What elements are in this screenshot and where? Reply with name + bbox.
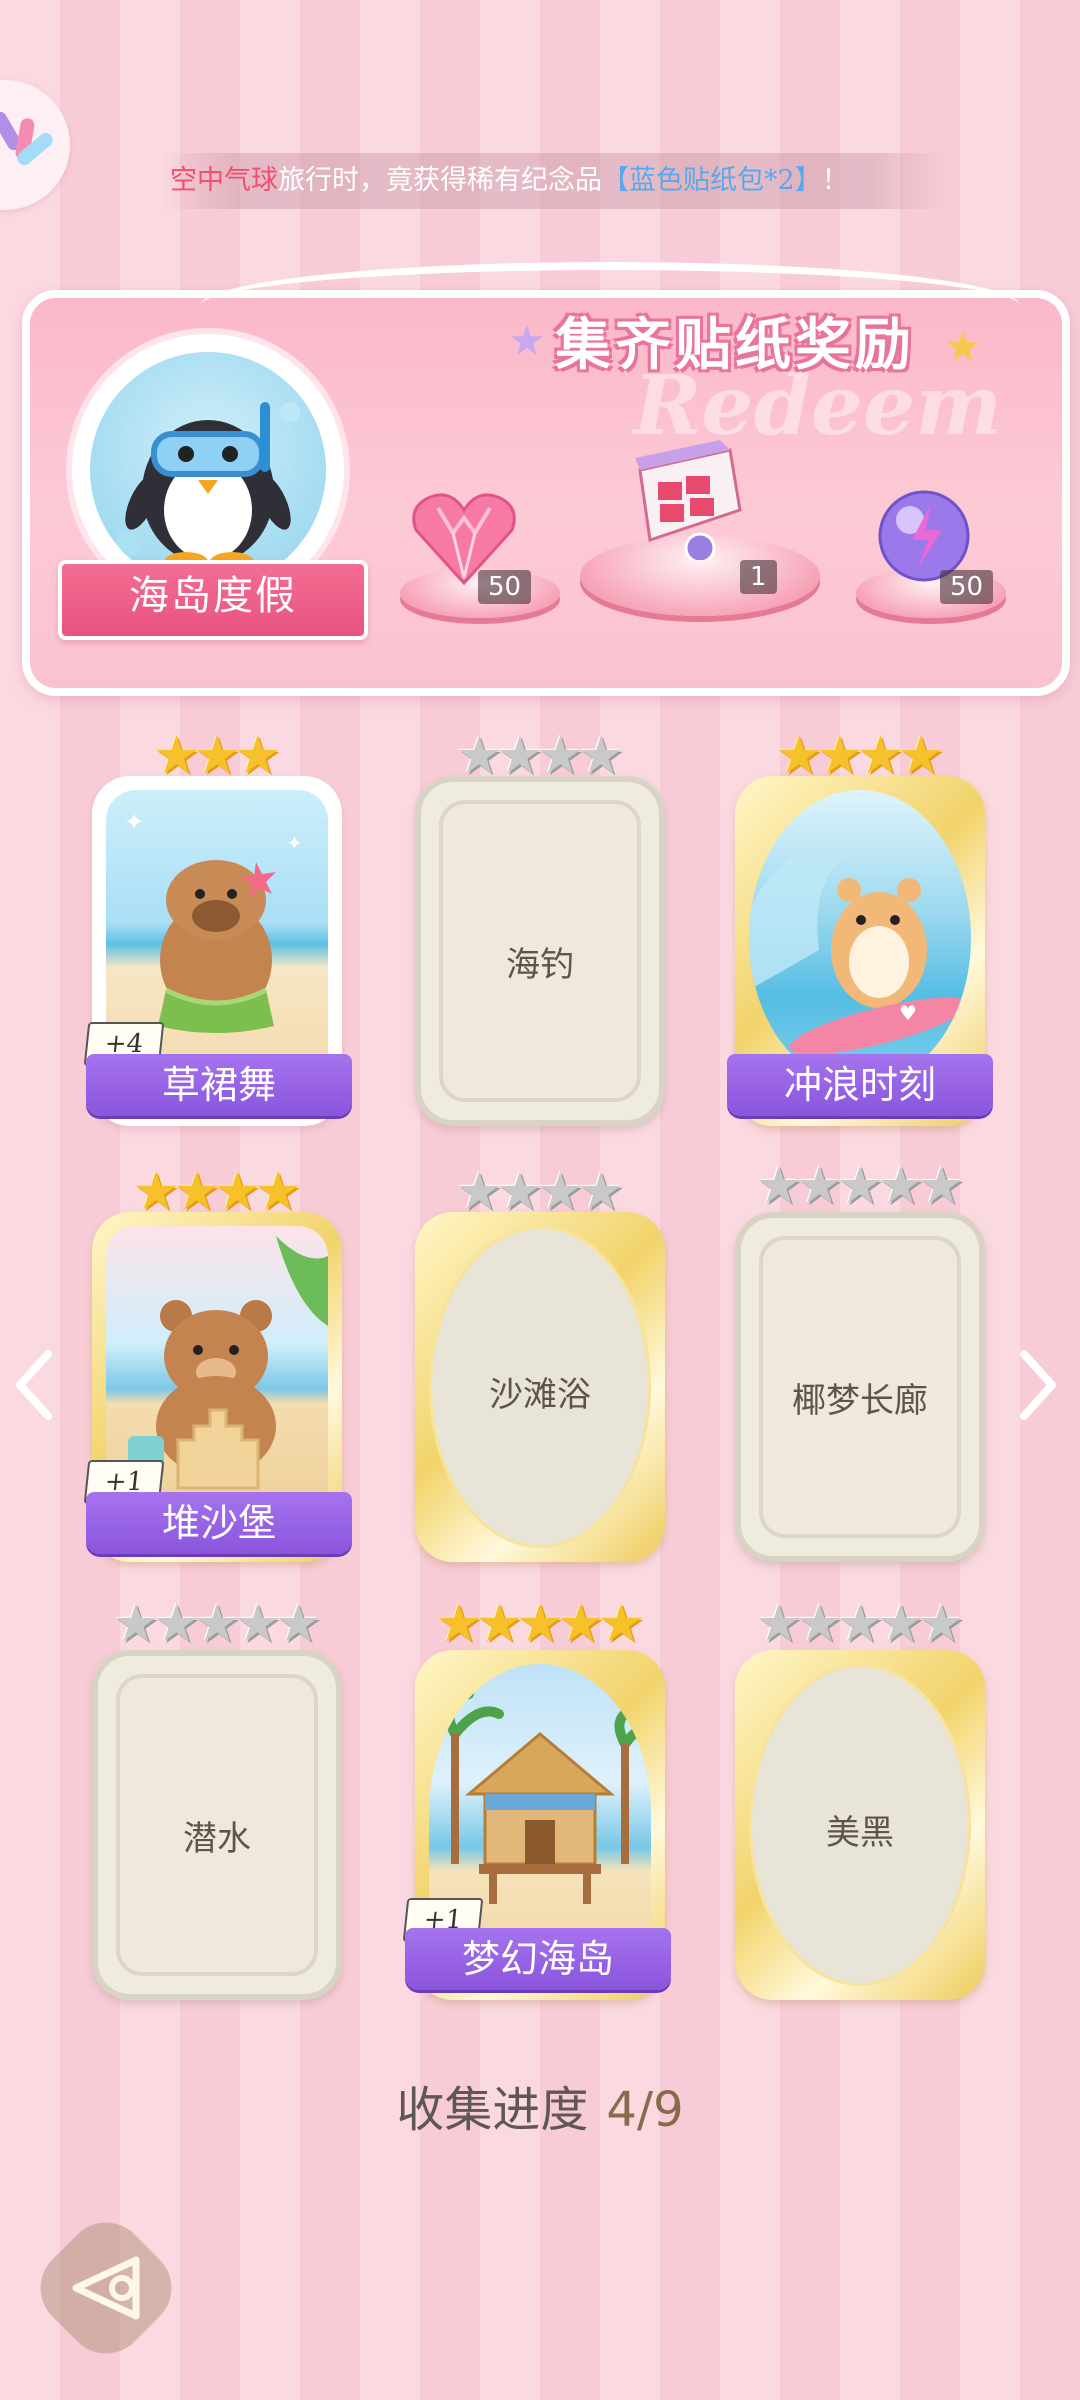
- card-stars: ★ ★ ★ ★ ★: [112, 1594, 322, 1654]
- svg-text:✦: ✦: [286, 831, 303, 855]
- back-arrow-icon: [72, 2256, 140, 2320]
- card-stars: ★ ★ ★ ★ ★: [755, 1594, 965, 1654]
- card-name: 椰梦长廊: [792, 1381, 928, 1421]
- card-name-ribbon: 冲浪时刻: [727, 1054, 993, 1116]
- sticker-card-locked[interactable]: 潜水: [92, 1650, 342, 2000]
- sticker-card-locked[interactable]: 椰梦长廊: [735, 1212, 985, 1562]
- card-stars: ★ ★ ★ ★ ★: [755, 1156, 965, 1216]
- star-decoration-icon: ★: [944, 322, 982, 371]
- penguin-icon: [116, 402, 300, 572]
- card-stars: ★ ★ ★: [153, 726, 281, 786]
- svg-text:✦: ✦: [124, 808, 144, 836]
- progress-value: 4/9: [606, 2082, 684, 2138]
- reward-count: 50: [478, 570, 532, 604]
- card-stars: ★ ★ ★ ★: [455, 1162, 625, 1222]
- gift-box-icon: [635, 440, 742, 560]
- next-page-arrow-icon[interactable]: [1018, 1350, 1058, 1420]
- card-name: 海钓: [506, 945, 574, 985]
- marquee-text: 旅行时，竟获得稀有纪念品: [278, 165, 602, 196]
- hamster-surfing-icon: ♥: [749, 846, 969, 1055]
- sticker-card-locked[interactable]: 海钓: [415, 776, 665, 1126]
- news-marquee: 空中气球旅行时，竟获得稀有纪念品【蓝色贴纸包*2】！: [160, 153, 950, 209]
- card-name: 潜水: [183, 1819, 251, 1859]
- theme-name-ribbon: 海岛度假: [58, 560, 368, 640]
- marquee-end: ！: [821, 165, 849, 196]
- svg-text:♥: ♥: [899, 1001, 917, 1025]
- card-name-ribbon: 堆沙堡: [86, 1492, 352, 1554]
- progress-label: 收集进度: [396, 2082, 589, 2138]
- previous-page-arrow-icon[interactable]: [14, 1350, 54, 1420]
- marquee-event: 空中气球: [170, 165, 278, 196]
- card-name-ribbon: 草裙舞: [86, 1054, 352, 1116]
- card-stars: ★ ★ ★ ★: [455, 726, 625, 786]
- sticker-card-locked[interactable]: 美黑: [735, 1650, 985, 2000]
- banner-title: 集齐贴纸奖励: [555, 313, 915, 378]
- card-name: 美黑: [826, 1813, 894, 1853]
- reward-count: 50: [940, 570, 994, 604]
- card-stars: ★ ★ ★ ★: [132, 1162, 302, 1222]
- collection-progress: 收集进度 4/9: [0, 2070, 1080, 2140]
- star-decoration-icon: ★: [508, 316, 546, 365]
- theme-name: 海岛度假: [129, 573, 297, 619]
- card-name: 沙滩浴: [489, 1375, 591, 1415]
- sticker-card-locked[interactable]: 沙滩浴: [415, 1212, 665, 1562]
- card-stars: ★ ★ ★ ★ ★: [435, 1594, 645, 1654]
- marquee-item: 【蓝色贴纸包*2】: [602, 165, 822, 196]
- card-name-ribbon: 梦幻海岛: [405, 1928, 671, 1990]
- card-stars: ★ ★ ★ ★: [775, 726, 945, 786]
- menu-badge[interactable]: [0, 80, 70, 210]
- reward-count: 1: [740, 560, 777, 594]
